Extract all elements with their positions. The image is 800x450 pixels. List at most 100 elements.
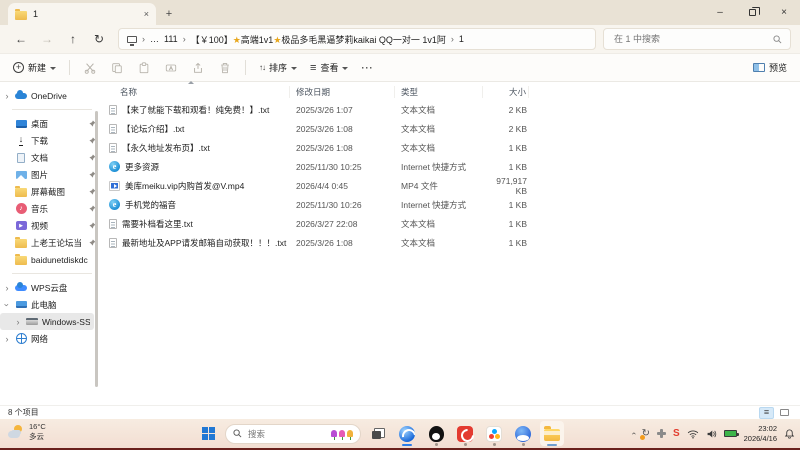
folder-icon: [15, 186, 27, 197]
sidebar-item-documents[interactable]: 文档: [0, 149, 100, 166]
table-row[interactable]: 最新地址及APP请发邮箱自动获取！！！.txt 2025/3/26 1:08 文…: [100, 233, 800, 252]
qq-app-button[interactable]: [424, 421, 448, 446]
start-button[interactable]: [196, 421, 220, 446]
chevron-right-icon[interactable]: ›: [3, 91, 11, 101]
preview-toggle[interactable]: 预览: [752, 61, 787, 74]
details-view-toggle[interactable]: ≡: [759, 406, 774, 419]
sidebar-item-downloads[interactable]: ↓ 下载: [0, 132, 100, 149]
cut-button[interactable]: [83, 61, 97, 75]
explorer-tab[interactable]: 1 ×: [8, 3, 156, 25]
browser-app-button[interactable]: [395, 421, 419, 446]
more-options-button[interactable]: ···: [361, 63, 373, 73]
chevron-down-icon[interactable]: ›: [2, 301, 12, 309]
column-header-type[interactable]: 类型: [395, 86, 483, 98]
paste-button[interactable]: [137, 61, 151, 75]
battery-icon[interactable]: [723, 430, 739, 437]
refresh-button[interactable]: ↻: [87, 28, 111, 50]
back-button[interactable]: ←: [9, 28, 33, 50]
chevron-right-icon[interactable]: ›: [3, 334, 11, 344]
breadcrumb-folder[interactable]: 【￥100】★高端1v1★极品多毛黑逼梦莉kaikai QQ一对一 1v1阿: [191, 33, 446, 46]
window-controls: – ×: [704, 0, 800, 25]
up-button[interactable]: ↑: [61, 28, 85, 50]
table-row[interactable]: 手机党的福音 2025/11/30 10:26 Internet 快捷方式 1 …: [100, 195, 800, 214]
table-row[interactable]: 【来了就能下载和观看！纯免费！】.txt 2025/3/26 1:07 文本文档…: [100, 100, 800, 119]
column-headers: 名称 修改日期 类型 大小: [100, 81, 800, 100]
breadcrumb-item-111[interactable]: 111: [164, 34, 178, 44]
task-view-button[interactable]: [366, 421, 390, 446]
table-row[interactable]: 【永久地址发布页】.txt 2025/3/26 1:08 文本文档 1 KB: [100, 138, 800, 157]
navigation-pane: › OneDrive 桌面 ↓ 下载 文档 图片 屏幕截图 ♪ 音乐 ▶ 视频 …: [0, 83, 100, 405]
tray-app-icon[interactable]: [656, 429, 666, 438]
new-tab-button[interactable]: +: [156, 3, 182, 25]
rename-button[interactable]: [164, 61, 178, 75]
view-button[interactable]: ≡ 查看: [310, 61, 349, 74]
sidebar-item-onedrive[interactable]: › OneDrive: [0, 87, 100, 104]
sidebar-item-pictures[interactable]: 图片: [0, 166, 100, 183]
sidebar-item-this-pc[interactable]: › 此电脑: [0, 296, 100, 313]
share-button[interactable]: [191, 61, 205, 75]
wifi-icon[interactable]: [687, 429, 699, 439]
restore-button[interactable]: [736, 0, 768, 24]
sidebar-item-baidu-folder[interactable]: baidunetdiskdc: [0, 251, 100, 268]
music-app-button[interactable]: [453, 421, 477, 446]
minimize-button[interactable]: –: [704, 0, 736, 24]
weather-widget[interactable]: 16°C 多云: [8, 422, 46, 442]
s-app-tray-icon[interactable]: [673, 429, 680, 439]
sidebar-item-screenshots[interactable]: 屏幕截图: [0, 183, 100, 200]
table-row[interactable]: 【论坛介绍】.txt 2025/3/26 1:08 文本文档 2 KB: [100, 119, 800, 138]
column-header-size[interactable]: 大小: [483, 86, 529, 98]
sidebar-item-forum-folder[interactable]: 上老王论坛当: [0, 234, 100, 251]
sync-tray-icon[interactable]: ↻: [639, 428, 650, 440]
new-button[interactable]: + 新建: [13, 61, 57, 74]
breadcrumb-separator-icon: ›: [450, 34, 454, 44]
table-row[interactable]: 更多资源 2025/11/30 10:25 Internet 快捷方式 1 KB: [100, 157, 800, 176]
chevron-right-icon[interactable]: ›: [14, 317, 22, 327]
chevron-right-icon[interactable]: ›: [3, 283, 11, 293]
taskbar-search-input[interactable]: [246, 427, 327, 440]
column-header-name[interactable]: 名称: [100, 81, 290, 98]
music-icon: ♪: [15, 203, 27, 214]
sidebar-item-network[interactable]: › 网络: [0, 330, 100, 347]
close-button[interactable]: ×: [768, 0, 800, 24]
blue-globe-app-button[interactable]: [511, 421, 535, 446]
sort-ascending-icon: [188, 81, 194, 84]
column-header-date[interactable]: 修改日期: [290, 86, 395, 98]
explorer-search-input[interactable]: [612, 33, 773, 45]
sidebar-item-windows-ssd[interactable]: › Windows-SSD: [0, 313, 94, 330]
breadcrumb-current[interactable]: 1: [459, 34, 464, 44]
sidebar-item-wps-cloud[interactable]: › WPS云盘: [0, 279, 100, 296]
sidebar-item-music[interactable]: ♪ 音乐: [0, 200, 100, 217]
delete-button[interactable]: [218, 61, 232, 75]
thumbnail-view-toggle[interactable]: [777, 407, 792, 419]
sort-button[interactable]: ↑↓ 排序: [259, 61, 298, 74]
sidebar-item-desktop[interactable]: 桌面: [0, 115, 100, 132]
restore-icon: [748, 6, 760, 16]
taskbar-search-box[interactable]: [225, 423, 361, 444]
sidebar-item-videos[interactable]: ▶ 视频: [0, 217, 100, 234]
sidebar-label: 图片: [31, 169, 49, 180]
documents-icon: [17, 152, 25, 163]
system-tray: › ↻ 23:02 2026/4/16: [629, 419, 795, 448]
ellipsis-icon: ···: [361, 62, 374, 73]
table-row[interactable]: 需要补档看这里.txt 2026/3/27 22:08 文本文档 1 KB: [100, 214, 800, 233]
volume-icon[interactable]: [706, 429, 717, 439]
sidebar-label: 此电脑: [31, 299, 57, 310]
notification-bell-icon[interactable]: [784, 428, 795, 440]
table-row[interactable]: 美库meiku.vip内购首发@V.mp4 2026/4/4 0:45 MP4 …: [100, 176, 800, 196]
sidebar-scrollbar[interactable]: [95, 111, 98, 387]
item-count: 8 个项目: [8, 408, 39, 417]
text-file-icon: [109, 237, 117, 248]
clock-widget[interactable]: 23:02 2026/4/16: [744, 424, 777, 443]
computer-icon: [15, 301, 27, 308]
tab-close-icon[interactable]: ×: [144, 9, 149, 19]
file-name: 需要补档看这里.txt: [122, 218, 193, 229]
copy-button[interactable]: [110, 61, 124, 75]
netdisk-circles-icon: [486, 425, 502, 442]
address-bar[interactable]: › … 111 › 【￥100】★高端1v1★极品多毛黑逼梦莉kaikai QQ…: [118, 28, 596, 50]
forward-button[interactable]: →: [35, 28, 59, 50]
explorer-search-box[interactable]: [603, 28, 791, 50]
breadcrumb-ellipsis[interactable]: …: [150, 34, 159, 44]
file-explorer-button[interactable]: [540, 421, 564, 446]
hidden-icons-chevron-icon[interactable]: ›: [629, 432, 638, 435]
netdisk-app-button[interactable]: [482, 421, 506, 446]
